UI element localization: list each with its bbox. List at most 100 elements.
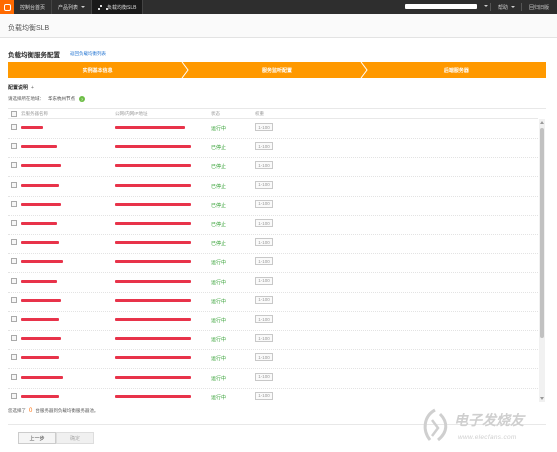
status-badge: 已停止 bbox=[211, 145, 227, 152]
chevron-down-icon bbox=[511, 6, 516, 8]
step-instance-info: 实例基本信息 bbox=[8, 62, 187, 78]
row-checkbox[interactable] bbox=[11, 316, 17, 322]
table-row[interactable]: 已停止 1-100 bbox=[8, 197, 538, 216]
server-name-redacted bbox=[21, 260, 63, 264]
server-ip-redacted bbox=[115, 279, 191, 283]
row-checkbox[interactable] bbox=[11, 143, 17, 150]
weight-input[interactable]: 1-100 bbox=[255, 238, 273, 247]
chevron-down-icon[interactable] bbox=[484, 5, 488, 7]
row-checkbox[interactable] bbox=[11, 373, 17, 380]
server-ip-redacted bbox=[115, 222, 191, 225]
row-checkbox[interactable] bbox=[11, 220, 17, 226]
weight-input[interactable]: 1-100 bbox=[255, 315, 273, 323]
account-name-redacted[interactable] bbox=[405, 4, 477, 9]
step-label: 服务监听配置 bbox=[261, 67, 292, 74]
row-checkbox[interactable] bbox=[11, 200, 17, 207]
weight-input[interactable]: 1-100 bbox=[255, 257, 273, 266]
section-title: 负载均衡服务配置 bbox=[8, 52, 60, 59]
table-row[interactable]: 已停止 1-100 bbox=[8, 158, 538, 178]
row-checkbox[interactable] bbox=[11, 277, 17, 284]
confirm-button[interactable]: 确定 bbox=[56, 432, 94, 444]
selection-count: 0 bbox=[29, 408, 33, 414]
console-home-label: 控制台首页 bbox=[20, 4, 46, 11]
old-version-link[interactable]: 回归旧版 bbox=[529, 0, 549, 14]
weight-input[interactable]: 1-100 bbox=[255, 295, 273, 304]
table-row[interactable]: 运行中 1-100 bbox=[8, 389, 538, 402]
column-header-weight: 权重 bbox=[255, 111, 264, 116]
server-name-redacted bbox=[21, 375, 63, 379]
row-checkbox[interactable] bbox=[11, 392, 17, 399]
table-row[interactable]: 运行中 1-100 bbox=[8, 331, 538, 351]
row-checkbox[interactable] bbox=[11, 239, 17, 246]
products-menu[interactable]: 产品列表 bbox=[52, 0, 93, 14]
help-icon[interactable]: ? bbox=[79, 96, 85, 102]
server-name-redacted bbox=[21, 298, 61, 302]
server-ip-redacted bbox=[115, 394, 191, 398]
table-row[interactable]: 已停止 1-100 bbox=[8, 178, 538, 197]
table-row[interactable]: 已停止 1-100 bbox=[8, 216, 538, 235]
server-ip-redacted bbox=[115, 164, 191, 168]
table-row[interactable]: 运行中 1-100 bbox=[8, 312, 538, 331]
selection-summary: 您选择了 0 台服务器到负载均衡服务器池。 bbox=[8, 408, 98, 414]
server-ip-redacted bbox=[115, 356, 191, 360]
status-badge: 运行中 bbox=[211, 394, 227, 401]
help-link[interactable]: 帮助 bbox=[498, 0, 516, 14]
table-row[interactable]: 运行中 1-100 bbox=[8, 274, 538, 293]
current-product-tab[interactable]: 负载均衡SLB bbox=[92, 0, 144, 14]
weight-input[interactable]: 1-100 bbox=[255, 372, 273, 381]
aliyun-logo-icon[interactable] bbox=[0, 0, 14, 14]
weight-input[interactable]: 1-100 bbox=[255, 334, 273, 343]
region-value[interactable]: 华东杭州节点 bbox=[48, 96, 75, 102]
server-ip-redacted bbox=[115, 202, 191, 206]
table-row[interactable]: 运行中 1-100 bbox=[8, 120, 538, 139]
table-row[interactable]: 已停止 1-100 bbox=[8, 235, 538, 255]
weight-input[interactable]: 1-100 bbox=[255, 276, 273, 285]
divider bbox=[490, 3, 491, 11]
wizard-steps: 实例基本信息 服务监听配置 后端服务器 bbox=[8, 62, 546, 78]
slb-icon bbox=[98, 4, 109, 10]
weight-input[interactable]: 1-100 bbox=[255, 353, 273, 362]
weight-input[interactable]: 1-100 bbox=[255, 219, 273, 227]
row-checkbox[interactable] bbox=[11, 258, 17, 265]
weight-input[interactable]: 1-100 bbox=[255, 161, 273, 170]
server-name-redacted bbox=[21, 222, 57, 225]
weight-input[interactable]: 1-100 bbox=[255, 199, 273, 208]
table-row[interactable]: 运行中 1-100 bbox=[8, 370, 538, 389]
page-title: 负载均衡SLB bbox=[8, 25, 50, 32]
row-checkbox[interactable] bbox=[11, 335, 17, 342]
scroll-up-icon[interactable] bbox=[540, 121, 544, 124]
server-ip-redacted bbox=[115, 298, 191, 302]
status-badge: 运行中 bbox=[211, 375, 227, 382]
table-row[interactable]: 已停止 1-100 bbox=[8, 139, 538, 159]
watermark-title: 电子发烧友 bbox=[454, 413, 524, 429]
row-checkbox[interactable] bbox=[11, 162, 17, 169]
server-name-redacted bbox=[21, 337, 61, 341]
scrollbar-thumb[interactable] bbox=[540, 128, 544, 338]
row-checkbox[interactable] bbox=[11, 181, 17, 188]
server-ip-redacted bbox=[115, 318, 191, 321]
products-label: 产品列表 bbox=[58, 4, 79, 11]
row-checkbox[interactable] bbox=[11, 296, 17, 303]
region-selector: 请选择所在地域： 华东杭州节点 ? bbox=[8, 96, 85, 102]
table-row[interactable]: 运行中 1-100 bbox=[8, 293, 538, 312]
status-badge: 运行中 bbox=[211, 298, 227, 305]
select-all-checkbox[interactable] bbox=[11, 111, 17, 117]
status-badge: 运行中 bbox=[211, 126, 227, 132]
server-name-redacted bbox=[21, 241, 59, 245]
server-name-redacted bbox=[21, 356, 59, 360]
weight-input[interactable]: 1-100 bbox=[255, 180, 273, 189]
weight-input[interactable]: 1-100 bbox=[255, 142, 273, 151]
scroll-down-icon[interactable] bbox=[540, 397, 544, 400]
row-checkbox[interactable] bbox=[11, 354, 17, 361]
console-home-link[interactable]: 控制台首页 bbox=[14, 0, 53, 14]
prev-step-button[interactable]: 上一步 bbox=[18, 432, 56, 444]
server-name-redacted bbox=[21, 145, 57, 149]
table-row[interactable]: 运行中 1-100 bbox=[8, 254, 538, 274]
table-row[interactable]: 运行中 1-100 bbox=[8, 350, 538, 370]
row-checkbox[interactable] bbox=[11, 124, 17, 130]
weight-input[interactable]: 1-100 bbox=[255, 123, 273, 131]
weight-input[interactable]: 1-100 bbox=[255, 391, 273, 400]
status-badge: 运行中 bbox=[211, 279, 227, 286]
config-notes-toggle[interactable]: 配置说明 + bbox=[8, 84, 34, 91]
back-to-list-link[interactable]: 返回负载均衡列表 bbox=[70, 51, 106, 57]
